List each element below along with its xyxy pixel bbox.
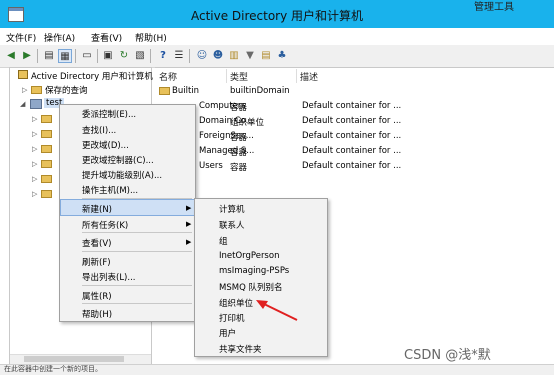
watermark: CSDN @浅*默 bbox=[404, 348, 491, 363]
annotation-arrow bbox=[256, 300, 298, 321]
status-text: 在此容器中创建一个新的项目。 bbox=[4, 365, 102, 373]
